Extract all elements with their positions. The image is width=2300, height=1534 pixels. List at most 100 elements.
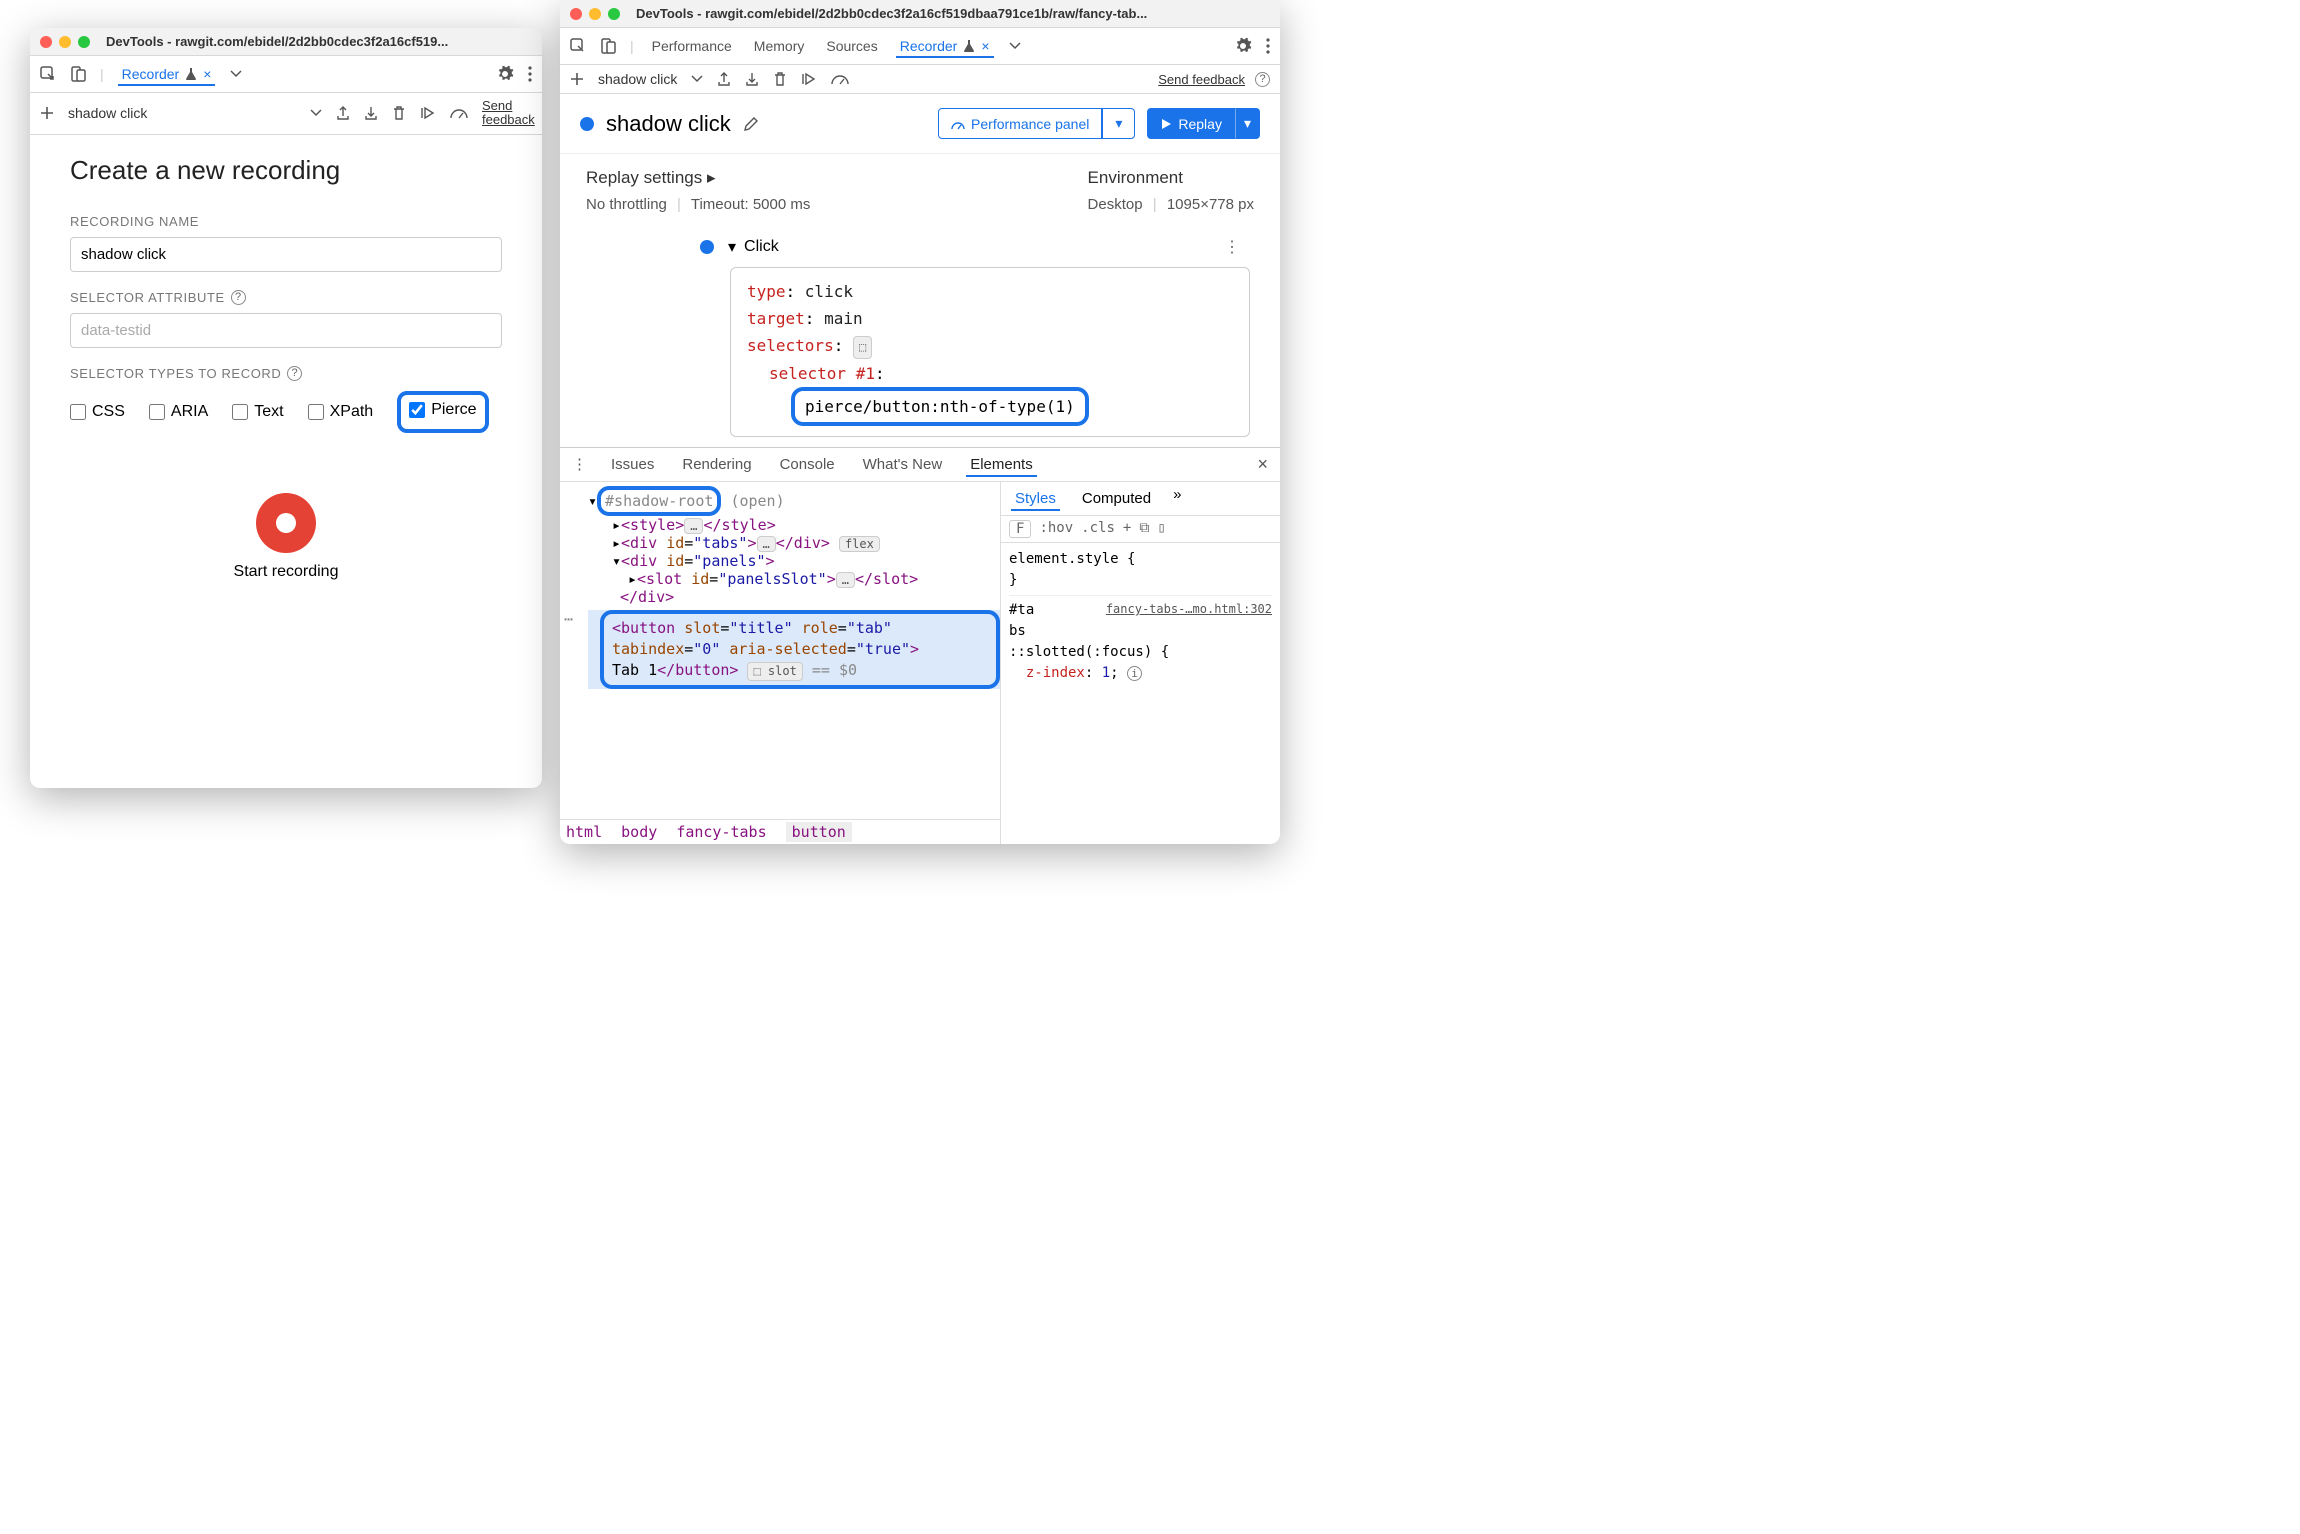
device-icon[interactable] <box>70 66 86 82</box>
tab-computed[interactable]: Computed <box>1078 486 1155 511</box>
tab-label: Recorder <box>122 66 180 82</box>
check-pierce[interactable]: Pierce <box>409 401 476 419</box>
tab-performance[interactable]: Performance <box>648 34 736 58</box>
chevron-down-icon[interactable] <box>691 75 703 83</box>
speed-icon[interactable] <box>831 73 849 85</box>
tab-console[interactable]: Console <box>776 452 839 477</box>
import-icon[interactable] <box>364 106 378 120</box>
close-icon[interactable] <box>40 36 52 48</box>
filter-input[interactable]: F <box>1009 520 1031 538</box>
source-link[interactable]: fancy-tabs-…mo.html:302 <box>1106 600 1272 618</box>
info-icon[interactable]: i <box>1127 666 1142 681</box>
titlebar[interactable]: DevTools - rawgit.com/ebidel/2d2bb0cdec3… <box>30 28 542 56</box>
timeout-value[interactable]: Timeout: 5000 ms <box>691 196 811 213</box>
tab-whats-new[interactable]: What's New <box>859 452 947 477</box>
close-tab-icon[interactable]: × <box>203 66 211 82</box>
speed-icon[interactable] <box>450 107 468 119</box>
tab-elements[interactable]: Elements <box>966 452 1037 477</box>
inspect-icon[interactable] <box>40 66 56 82</box>
replay-settings-label[interactable]: Replay settings ▸ <box>586 168 810 188</box>
more-tabs-icon[interactable] <box>1008 41 1022 51</box>
maximize-icon[interactable] <box>608 8 620 20</box>
tab-issues[interactable]: Issues <box>607 452 658 477</box>
tab-recorder[interactable]: Recorder × <box>118 62 216 86</box>
style-rule[interactable]: fancy-tabs-…mo.html:302 #tabs ::slotted(… <box>1009 595 1272 684</box>
close-icon[interactable] <box>570 8 582 20</box>
step-click[interactable]: ▾ Click ⋮ type: click target: main selec… <box>700 237 1250 437</box>
new-rule-icon[interactable]: + <box>1123 520 1131 538</box>
check-xpath[interactable]: XPath <box>308 391 374 433</box>
minimize-icon[interactable] <box>59 36 71 48</box>
highlight-selector: pierce/button:nth-of-type(1) <box>791 387 1089 426</box>
export-icon[interactable] <box>717 72 731 86</box>
gear-icon[interactable] <box>496 65 514 83</box>
help-icon[interactable]: ? <box>1255 72 1270 87</box>
check-text[interactable]: Text <box>232 391 283 433</box>
recording-name-input[interactable] <box>70 237 502 272</box>
recording-title: shadow click <box>606 111 731 137</box>
selector-attribute-label: SELECTOR ATTRIBUTE ? <box>70 290 502 305</box>
device-icon[interactable] <box>600 38 616 54</box>
select-element-icon[interactable]: ⬚ <box>853 336 872 358</box>
tab-rendering[interactable]: Rendering <box>678 452 755 477</box>
close-drawer-icon[interactable]: × <box>1257 454 1268 475</box>
help-icon[interactable]: ? <box>287 366 302 381</box>
replay-button[interactable]: Replay <box>1147 108 1235 139</box>
devtools-window-2: DevTools - rawgit.com/ebidel/2d2bb0cdec3… <box>560 0 1280 844</box>
elements-tree[interactable]: ▾#shadow-root (open) ▸<style>…</style> ▸… <box>560 482 1000 844</box>
replay-dropdown[interactable]: ▾ <box>1235 108 1260 139</box>
flask-icon <box>963 39 975 53</box>
gear-icon[interactable] <box>1234 37 1252 55</box>
create-recording-form: Create a new recording RECORDING NAME SE… <box>30 135 542 601</box>
hov-button[interactable]: :hov <box>1039 520 1073 538</box>
recording-name-label: RECORDING NAME <box>70 214 502 229</box>
kebab-icon[interactable]: ⋮ <box>572 455 587 473</box>
recording-name[interactable]: shadow click <box>598 71 677 87</box>
style-rule[interactable]: element.style {} <box>1009 549 1272 591</box>
trash-icon[interactable] <box>392 106 406 120</box>
tab-memory[interactable]: Memory <box>750 34 809 58</box>
kebab-icon[interactable]: ⋮ <box>1224 237 1240 257</box>
tab-styles[interactable]: Styles <box>1011 486 1060 511</box>
tab-sources[interactable]: Sources <box>822 34 881 58</box>
inspect-icon[interactable] <box>570 38 586 54</box>
selector-attribute-input[interactable] <box>70 313 502 348</box>
performance-panel-button[interactable]: Performance panel <box>938 108 1102 139</box>
trash-icon[interactable] <box>773 72 787 86</box>
new-icon[interactable] <box>570 72 584 86</box>
import-icon[interactable] <box>745 72 759 86</box>
play-icon[interactable] <box>801 72 817 86</box>
minimize-icon[interactable] <box>589 8 601 20</box>
more-tabs-icon[interactable]: » <box>1173 486 1181 511</box>
throttling-value[interactable]: No throttling <box>586 196 667 213</box>
help-icon[interactable]: ? <box>231 290 246 305</box>
toggle-sidebar-icon[interactable]: ▯ <box>1157 520 1165 538</box>
recorder-toolbar: shadow click Send feedback <box>30 93 542 135</box>
close-tab-icon[interactable]: × <box>981 38 989 54</box>
performance-panel-dropdown[interactable]: ▾ <box>1102 108 1135 139</box>
send-feedback-link[interactable]: Send feedback <box>1158 72 1245 87</box>
kebab-icon[interactable] <box>528 66 532 82</box>
tab-recorder[interactable]: Recorder × <box>896 34 994 58</box>
edit-icon[interactable] <box>743 116 759 132</box>
export-icon[interactable] <box>336 106 350 120</box>
more-tabs-icon[interactable] <box>229 69 243 79</box>
computed-styles-icon[interactable]: ⧉ <box>1139 520 1149 538</box>
maximize-icon[interactable] <box>78 36 90 48</box>
check-css[interactable]: CSS <box>70 391 125 433</box>
start-recording-button[interactable] <box>256 493 316 553</box>
recording-header: shadow click Performance panel ▾ Replay … <box>560 94 1280 154</box>
chevron-down-icon[interactable]: ▾ <box>728 237 736 257</box>
new-icon[interactable] <box>40 106 54 120</box>
titlebar[interactable]: DevTools - rawgit.com/ebidel/2d2bb0cdec3… <box>560 0 1280 28</box>
recording-name[interactable]: shadow click <box>68 105 147 121</box>
check-aria[interactable]: ARIA <box>149 391 208 433</box>
play-icon[interactable] <box>420 106 436 120</box>
cls-button[interactable]: .cls <box>1081 520 1115 538</box>
viewport-value: 1095×778 px <box>1167 196 1254 213</box>
breadcrumb[interactable]: html body fancy-tabs button <box>560 819 1000 844</box>
send-feedback-link[interactable]: Send feedback <box>482 99 532 128</box>
chevron-down-icon[interactable] <box>310 109 322 117</box>
kebab-icon[interactable] <box>1266 38 1270 54</box>
form-heading: Create a new recording <box>70 155 502 186</box>
